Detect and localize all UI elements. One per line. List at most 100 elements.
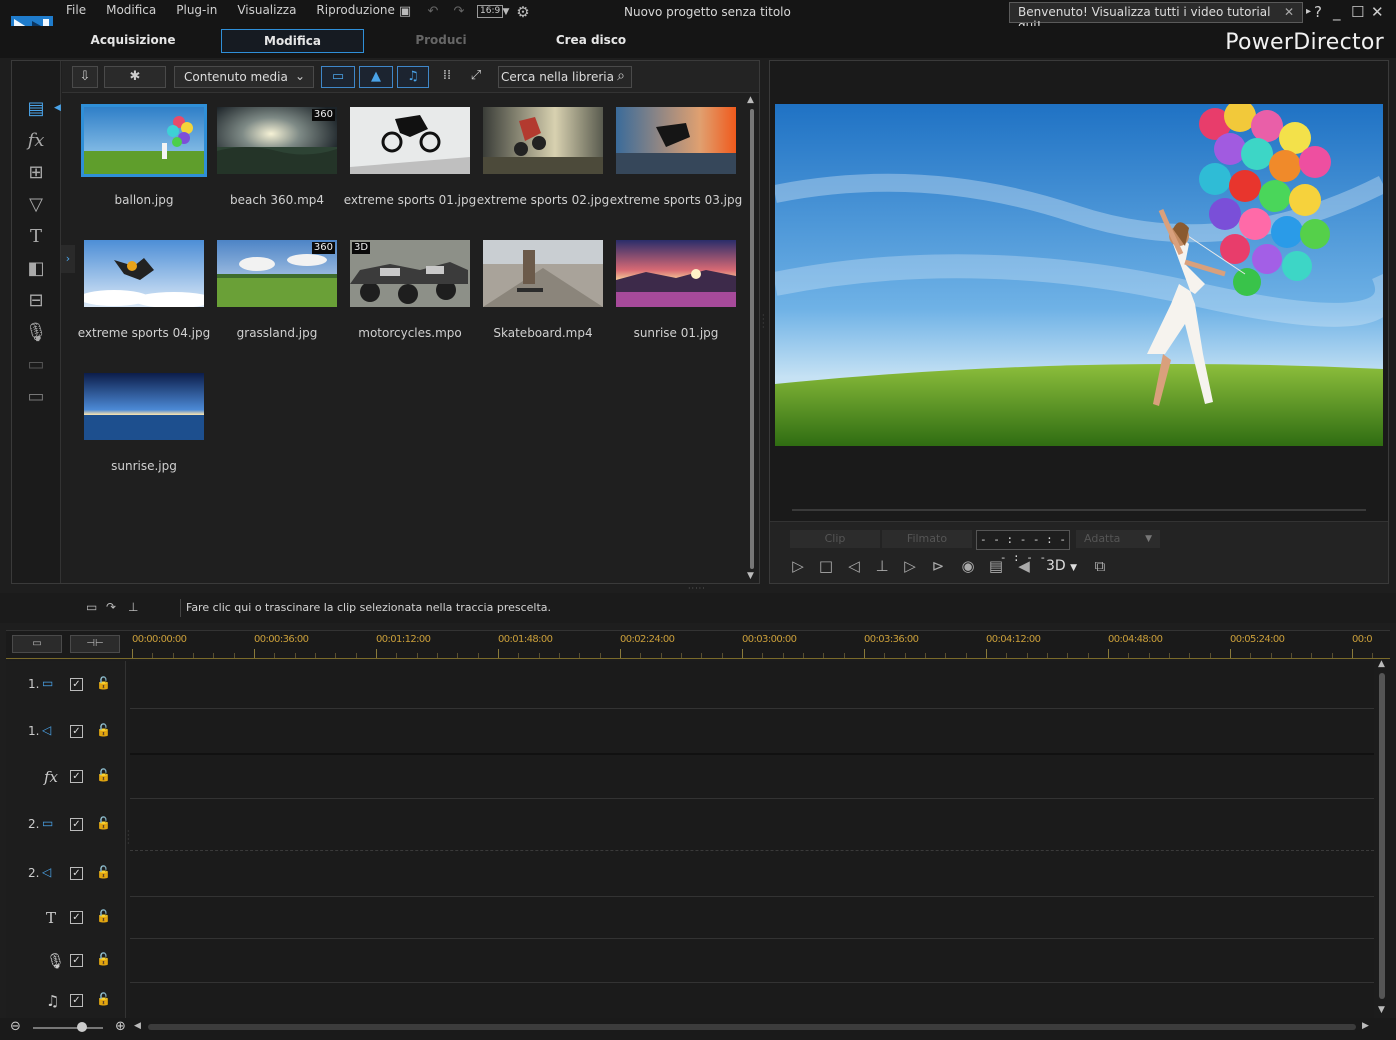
insert-clip-icon[interactable]: ↷ (106, 600, 116, 614)
chevron-down-icon[interactable]: ▼ (497, 4, 515, 20)
scroll-left-icon[interactable]: ◀ (134, 1021, 141, 1031)
tab-capture[interactable]: Acquisizione (72, 29, 194, 53)
filter-image-icon[interactable]: ▲ (359, 66, 393, 88)
scroll-down-icon[interactable]: ▼ (747, 571, 754, 581)
filter-audio-icon[interactable]: ♫ (397, 66, 429, 88)
timeline-scrollbar[interactable]: ▲ ▼ (1376, 659, 1388, 1017)
media-item[interactable]: Skateboard.mp4 (475, 228, 605, 348)
track-enable-checkbox[interactable]: ✓ (70, 867, 83, 880)
subtitle-icon[interactable]: ▤ (986, 558, 1006, 574)
scroll-down-icon[interactable]: ▼ (1378, 1005, 1385, 1015)
track-lock-icon[interactable]: 🔓 (96, 952, 111, 966)
track-enable-checkbox[interactable]: ✓ (70, 725, 83, 738)
menu-plugin[interactable]: Plug-in (176, 3, 217, 17)
help-button[interactable]: ? (1314, 3, 1322, 21)
subtitle-room-icon[interactable]: ▭ (24, 385, 48, 409)
media-item[interactable]: ballon.jpg (76, 95, 207, 215)
media-item[interactable]: 3D motorcycles.mpo (342, 228, 472, 348)
redo-icon[interactable]: ↷ (450, 4, 468, 20)
scrollbar-thumb[interactable] (750, 109, 754, 569)
fit-zoom-dropdown[interactable]: Adatta ▼ (1076, 530, 1160, 548)
next-frame-icon[interactable]: ▷ (900, 558, 920, 574)
media-thumbnail[interactable]: 3D (350, 240, 470, 307)
vertical-splitter-handle[interactable]: · · · · (762, 312, 765, 332)
media-item[interactable]: extreme sports 01.jpg (342, 95, 476, 215)
undock-preview-icon[interactable]: ⧉ (1090, 558, 1110, 574)
media-item[interactable]: 360 grassland.jpg (209, 228, 339, 348)
zoom-out-icon[interactable]: ⊖ (10, 1019, 21, 1034)
playback-progress-bar[interactable] (792, 509, 1366, 511)
media-item[interactable]: sunrise.jpg (76, 361, 206, 481)
media-thumbnail[interactable] (616, 240, 736, 307)
view-grid-icon[interactable]: ⁞⁞ (436, 66, 458, 88)
settings-gear-icon[interactable]: ⚙ (514, 4, 532, 20)
audio-mixing-room-icon[interactable]: ⊟ (24, 289, 48, 313)
timecode-display[interactable]: - - : - - : - - : - - (976, 530, 1070, 564)
menu-playback[interactable]: Riproduzione (316, 3, 395, 17)
track-manager-icon[interactable]: ▭ (12, 635, 62, 653)
close-banner-icon[interactable]: ✕ (1284, 5, 1294, 19)
track-header[interactable]: 2. ▭ ✓ 🔓 (6, 799, 126, 851)
track-header[interactable]: fx ✓ 🔓 (6, 755, 126, 799)
media-thumbnail[interactable] (483, 107, 603, 174)
media-thumbnail[interactable] (84, 373, 204, 440)
track-header[interactable]: ♫ ✓ 🔓 (6, 983, 126, 1019)
play-icon[interactable]: ▷ (788, 558, 808, 574)
transition-room-icon[interactable]: ◧ (24, 257, 48, 281)
maximize-button[interactable]: ☐ (1351, 3, 1364, 21)
track-lane[interactable] (130, 709, 1374, 755)
scroll-up-icon[interactable]: ▲ (747, 95, 754, 105)
track-area[interactable] (130, 661, 1374, 1019)
zoom-in-icon[interactable]: ⊕ (115, 1019, 126, 1034)
minimize-button[interactable]: _ (1333, 3, 1341, 21)
library-scrollbar[interactable]: ▲ ▼ (747, 95, 757, 581)
split-icon[interactable]: ⊥ (872, 558, 892, 574)
track-lock-icon[interactable]: 🔓 (96, 865, 111, 879)
track-enable-checkbox[interactable]: ✓ (70, 818, 83, 831)
track-lock-icon[interactable]: 🔓 (96, 676, 111, 690)
media-thumbnail[interactable] (84, 240, 204, 307)
horizontal-splitter-handle[interactable]: ····· (688, 584, 706, 593)
effects-room-icon[interactable]: fx (24, 129, 48, 153)
fit-timeline-icon[interactable]: ⊣⊢ (70, 635, 120, 653)
scroll-up-icon[interactable]: ▲ (1378, 659, 1385, 669)
welcome-banner[interactable]: Benvenuto! Visualizza tutti i video tuto… (1009, 2, 1303, 33)
track-splitter-handle[interactable]: · · · · (127, 828, 130, 848)
track-enable-checkbox[interactable]: ✓ (70, 911, 83, 924)
scrollbar-thumb[interactable] (1379, 673, 1385, 999)
particle-room-icon[interactable]: ▽ (24, 193, 48, 217)
movie-mode-button[interactable]: Filmato (882, 530, 972, 548)
previous-frame-icon[interactable]: ◁ (844, 558, 864, 574)
import-media-icon[interactable]: ⇩ (72, 66, 98, 88)
3d-mode-toggle[interactable]: 3D ▼ (1046, 558, 1077, 574)
horizontal-scrollbar[interactable] (148, 1024, 1356, 1030)
snapshot-camera-icon[interactable]: ◉ (958, 558, 978, 574)
fast-forward-icon[interactable]: ⊳ (928, 558, 948, 574)
save-icon[interactable]: ▣ (396, 4, 414, 20)
scroll-right-icon[interactable]: ▶ (1362, 1021, 1369, 1031)
media-thumbnail[interactable] (616, 107, 736, 174)
preview-viewport[interactable] (775, 104, 1383, 446)
media-thumbnail[interactable] (81, 104, 207, 177)
media-item[interactable]: extreme sports 02.jpg (475, 95, 609, 215)
track-header[interactable]: 2. ◁ ✓ 🔓 (6, 851, 126, 897)
overlay-clip-icon[interactable]: ⊥ (128, 600, 138, 614)
undo-icon[interactable]: ↶ (424, 4, 442, 20)
tab-edit[interactable]: Modifica (221, 29, 364, 53)
stop-icon[interactable]: □ (816, 558, 836, 574)
media-item[interactable]: sunrise 01.jpg (608, 228, 738, 348)
zoom-slider-track[interactable] (33, 1027, 103, 1029)
track-lane[interactable] (130, 799, 1374, 851)
track-header[interactable]: 1. ◁ ✓ 🔓 (6, 709, 126, 755)
track-lane[interactable] (130, 983, 1374, 1019)
chapter-room-icon[interactable]: ▭ (24, 353, 48, 377)
menu-file[interactable]: File (66, 3, 86, 17)
media-item[interactable]: extreme sports 03.jpg (608, 95, 742, 215)
tab-produce[interactable]: Produci (380, 29, 502, 53)
track-header[interactable]: 1. ▭ ✓ 🔓 (6, 661, 126, 709)
menu-view[interactable]: Visualizza (237, 3, 296, 17)
plugin-puzzle-icon[interactable]: ✱ (104, 66, 166, 88)
track-header[interactable]: T ✓ 🔓 (6, 897, 126, 939)
title-room-icon[interactable]: T (24, 225, 48, 249)
content-type-dropdown[interactable]: Contenuto media ⌄ (174, 66, 314, 88)
